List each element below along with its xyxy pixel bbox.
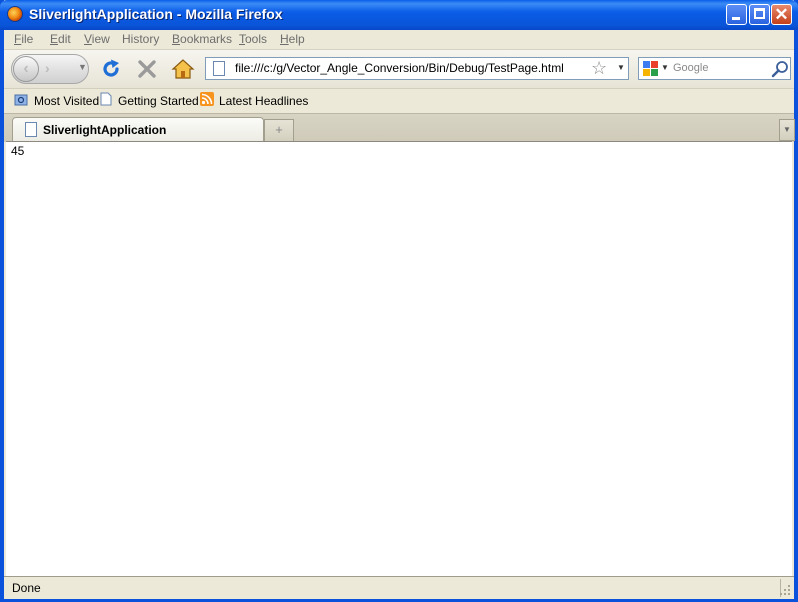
page-icon xyxy=(213,61,225,76)
search-input[interactable]: Google xyxy=(673,62,708,74)
engine-dropdown-icon[interactable]: ▼ xyxy=(661,63,669,72)
home-icon[interactable] xyxy=(171,57,195,81)
menu-view-label: iew xyxy=(91,32,110,46)
search-bar[interactable]: ▼ Google xyxy=(638,57,791,80)
menu-bookmarks-label: ookmarks xyxy=(180,32,233,46)
page-output-text: 45 xyxy=(11,144,25,158)
menu-file-label: ile xyxy=(21,32,34,46)
menu-bar: File Edit View History Bookmarks Tools H… xyxy=(4,30,794,48)
bookmark-most-visited[interactable]: Most Visited xyxy=(34,94,99,108)
bookmarks-toolbar: Most Visited Getting Started Latest Head… xyxy=(4,88,794,113)
menu-edit[interactable]: Edit xyxy=(50,32,71,46)
plus-icon: + xyxy=(275,122,283,137)
maximize-icon xyxy=(754,8,765,19)
page-icon xyxy=(100,92,112,106)
page-content: 45 xyxy=(6,141,792,576)
forward-arrow-icon: › xyxy=(45,60,50,76)
google-engine-icon[interactable] xyxy=(643,61,658,76)
menu-help-label: elp xyxy=(288,32,305,46)
title-bar[interactable]: SliverlightApplication - Mozilla Firefox… xyxy=(0,0,798,30)
close-icon: ✕ xyxy=(774,5,789,24)
smart-folder-icon xyxy=(14,94,28,106)
menu-bookmarks[interactable]: Bookmarks xyxy=(172,32,232,46)
menu-tools[interactable]: Tools xyxy=(239,32,267,46)
new-tab-button[interactable]: + xyxy=(264,119,294,141)
chevron-down-icon: ▼ xyxy=(78,62,87,72)
back-button[interactable]: ‹ xyxy=(13,56,39,82)
bookmark-getting-started[interactable]: Getting Started xyxy=(118,94,199,108)
resize-grip-icon[interactable] xyxy=(776,581,792,597)
back-forward-group: ‹ › ▼ xyxy=(11,54,89,84)
history-dropdown-button[interactable]: ▼ xyxy=(78,62,87,72)
status-text: Done xyxy=(12,581,41,595)
stop-icon[interactable] xyxy=(136,58,158,80)
menu-file[interactable]: File xyxy=(14,32,33,46)
url-bar[interactable]: file:///c:/g/Vector_Angle_Conversion/Bin… xyxy=(205,57,629,80)
firefox-icon xyxy=(7,6,23,22)
window-title: SliverlightApplication - Mozilla Firefox xyxy=(29,6,283,22)
tab-page-icon xyxy=(25,122,37,137)
browser-window: SliverlightApplication - Mozilla Firefox… xyxy=(0,0,798,602)
menu-help-accel: H xyxy=(280,32,289,46)
rss-feed-icon xyxy=(200,92,214,106)
menu-bookmarks-accel: B xyxy=(172,32,181,46)
bookmark-latest-headlines[interactable]: Latest Headlines xyxy=(219,94,308,108)
chevron-down-icon: ▼ xyxy=(783,125,791,134)
close-button[interactable]: ✕ xyxy=(771,4,792,25)
tab-sliverlight-application[interactable]: SliverlightApplication xyxy=(12,117,264,142)
menu-history[interactable]: History xyxy=(122,32,159,46)
list-all-tabs-button[interactable]: ▼ xyxy=(779,119,795,141)
back-arrow-icon: ‹ xyxy=(23,60,29,77)
url-input[interactable]: file:///c:/g/Vector_Angle_Conversion/Bin… xyxy=(235,61,564,75)
url-dropdown-icon[interactable]: ▼ xyxy=(617,63,625,72)
status-bar: Done xyxy=(4,576,794,599)
maximize-button[interactable] xyxy=(749,4,770,25)
bookmark-star-icon[interactable]: ☆ xyxy=(591,58,607,79)
search-icon[interactable] xyxy=(771,60,789,78)
menu-edit-label: dit xyxy=(58,32,71,46)
menu-view[interactable]: View xyxy=(84,32,110,46)
tab-label: SliverlightApplication xyxy=(43,123,167,137)
minimize-button[interactable] xyxy=(726,4,747,25)
minimize-icon xyxy=(732,17,740,20)
menu-history-label: History xyxy=(122,32,160,46)
menu-help[interactable]: Help xyxy=(280,32,305,46)
tab-strip: SliverlightApplication + ▼ xyxy=(4,113,795,142)
menu-edit-accel: E xyxy=(50,32,59,46)
menu-tools-label: ools xyxy=(245,32,268,46)
menu-view-accel: V xyxy=(84,32,92,46)
forward-button[interactable]: › xyxy=(45,60,50,76)
reload-icon[interactable] xyxy=(100,58,122,80)
